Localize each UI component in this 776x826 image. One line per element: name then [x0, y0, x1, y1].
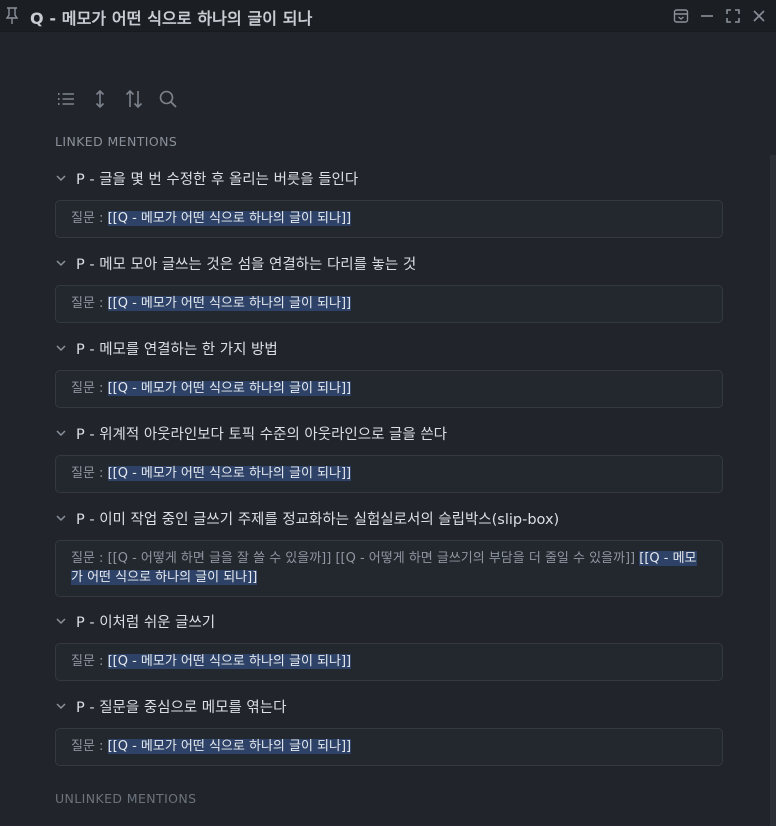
mention-label: 질문 :	[71, 211, 108, 226]
archive-icon[interactable]	[672, 7, 690, 25]
sort-icon[interactable]	[123, 88, 145, 110]
mention-context[interactable]: 질문 : [[Q - 메모가 어떤 식으로 하나의 글이 되나]]	[55, 728, 723, 766]
close-icon[interactable]	[750, 7, 768, 25]
highlighted-link[interactable]: [[Q - 메모가 어떤 식으로 하나의 글이 되나]]	[107, 654, 352, 669]
mention-context[interactable]: 질문 : [[Q - 메모가 어떤 식으로 하나의 글이 되나]]	[55, 370, 723, 408]
mention-title[interactable]: P - 질문을 중심으로 메모를 엮는다	[76, 696, 286, 717]
mention-header[interactable]: P - 질문을 중심으로 메모를 엮는다	[55, 694, 723, 718]
highlighted-link[interactable]: [[Q - 메모가 어떤 식으로 하나의 글이 되나]]	[107, 211, 352, 226]
highlighted-link[interactable]: [[Q - 메모가 어떤 식으로 하나의 글이 되나]]	[107, 466, 352, 481]
chevron-down-icon[interactable]	[55, 342, 67, 354]
mention-item: P - 글을 몇 번 수정한 후 올리는 버릇을 들인다 질문 : [[Q - …	[55, 166, 723, 238]
mention-title[interactable]: P - 메모 모아 글쓰는 것은 섬을 연결하는 다리를 놓는 것	[76, 253, 416, 274]
chevron-down-icon[interactable]	[55, 700, 67, 712]
mention-context[interactable]: 질문 : [[Q - 메모가 어떤 식으로 하나의 글이 되나]]	[55, 455, 723, 493]
mention-label: 질문 :	[71, 466, 108, 481]
unlinked-mentions-heading[interactable]: UNLINKED MENTIONS	[55, 791, 196, 806]
mention-title[interactable]: P - 이미 작업 중인 글쓰기 주제를 정교화하는 실험실로서의 슬립박스(s…	[76, 508, 559, 529]
mention-title[interactable]: P - 이처럼 쉬운 글쓰기	[76, 611, 215, 632]
mention-header[interactable]: P - 이처럼 쉬운 글쓰기	[55, 609, 723, 633]
mention-item: P - 이미 작업 중인 글쓰기 주제를 정교화하는 실험실로서의 슬립박스(s…	[55, 506, 723, 597]
mention-label: 질문 :	[71, 296, 108, 311]
linked-mentions-heading: LINKED MENTIONS	[55, 134, 178, 149]
chevron-down-icon[interactable]	[55, 615, 67, 627]
mention-item: P - 이처럼 쉬운 글쓰기 질문 : [[Q - 메모가 어떤 식으로 하나의…	[55, 609, 723, 681]
highlighted-link[interactable]: [[Q - 메모가 어떤 식으로 하나의 글이 되나]]	[107, 296, 352, 311]
mention-context[interactable]: 질문 : [[Q - 메모가 어떤 식으로 하나의 글이 되나]]	[55, 643, 723, 681]
mention-label: 질문 :	[71, 739, 108, 754]
mention-item: P - 질문을 중심으로 메모를 엮는다 질문 : [[Q - 메모가 어떤 식…	[55, 694, 723, 766]
chevron-down-icon[interactable]	[55, 512, 67, 524]
scrollbar[interactable]	[770, 155, 776, 826]
mention-header[interactable]: P - 이미 작업 중인 글쓰기 주제를 정교화하는 실험실로서의 슬립박스(s…	[55, 506, 723, 530]
pin-icon[interactable]	[4, 6, 20, 26]
highlighted-link[interactable]: [[Q - 메모가 어떤 식으로 하나의 글이 되나]]	[107, 381, 352, 396]
mention-title[interactable]: P - 메모를 연결하는 한 가지 방법	[76, 338, 278, 359]
mention-header[interactable]: P - 위계적 아웃라인보다 토픽 수준의 아웃라인으로 글을 쓴다	[55, 421, 723, 445]
maximize-icon[interactable]	[724, 7, 742, 25]
backlinks-window: Q - 메모가 어떤 식으로 하나의 글이 되나 LINKED MENTIONS…	[0, 0, 776, 826]
chevron-down-icon[interactable]	[55, 427, 67, 439]
search-icon[interactable]	[157, 88, 179, 110]
mention-item: P - 메모를 연결하는 한 가지 방법 질문 : [[Q - 메모가 어떤 식…	[55, 336, 723, 408]
highlighted-link[interactable]: [[Q - 메모가 어떤 식으로 하나의 글이 되나]]	[107, 739, 352, 754]
mention-header[interactable]: P - 글을 몇 번 수정한 후 올리는 버릇을 들인다	[55, 166, 723, 190]
mention-context[interactable]: 질문 : [[Q - 어떻게 하면 글을 잘 쓸 수 있을까]] [[Q - 어…	[55, 540, 723, 597]
internal-link[interactable]: [[Q - 어떻게 하면 글쓰기의 부담을 더 줄일 수 있을까]]	[335, 551, 635, 566]
expand-vertical-icon[interactable]	[89, 88, 111, 110]
mention-label: 질문 :	[71, 551, 108, 566]
mention-item: P - 메모 모아 글쓰는 것은 섬을 연결하는 다리를 놓는 것 질문 : […	[55, 251, 723, 323]
mention-header[interactable]: P - 메모 모아 글쓰는 것은 섬을 연결하는 다리를 놓는 것	[55, 251, 723, 275]
backlinks-toolbar	[55, 88, 191, 110]
mention-label: 질문 :	[71, 654, 108, 669]
title-bar: Q - 메모가 어떤 식으로 하나의 글이 되나	[0, 0, 776, 32]
minimize-icon[interactable]	[698, 7, 716, 25]
mention-title[interactable]: P - 글을 몇 번 수정한 후 올리는 버릇을 들인다	[76, 168, 358, 189]
mention-context[interactable]: 질문 : [[Q - 메모가 어떤 식으로 하나의 글이 되나]]	[55, 285, 723, 323]
mention-context[interactable]: 질문 : [[Q - 메모가 어떤 식으로 하나의 글이 되나]]	[55, 200, 723, 238]
mention-title[interactable]: P - 위계적 아웃라인보다 토픽 수준의 아웃라인으로 글을 쓴다	[76, 423, 447, 444]
window-title: Q - 메모가 어떤 식으로 하나의 글이 되나	[30, 9, 313, 28]
internal-link[interactable]: [[Q - 어떻게 하면 글을 잘 쓸 수 있을까]]	[108, 551, 332, 566]
mention-header[interactable]: P - 메모를 연결하는 한 가지 방법	[55, 336, 723, 360]
chevron-down-icon[interactable]	[55, 257, 67, 269]
list-icon[interactable]	[55, 88, 77, 110]
mention-label: 질문 :	[71, 381, 108, 396]
mention-item: P - 위계적 아웃라인보다 토픽 수준의 아웃라인으로 글을 쓴다 질문 : …	[55, 421, 723, 493]
chevron-down-icon[interactable]	[55, 172, 67, 184]
